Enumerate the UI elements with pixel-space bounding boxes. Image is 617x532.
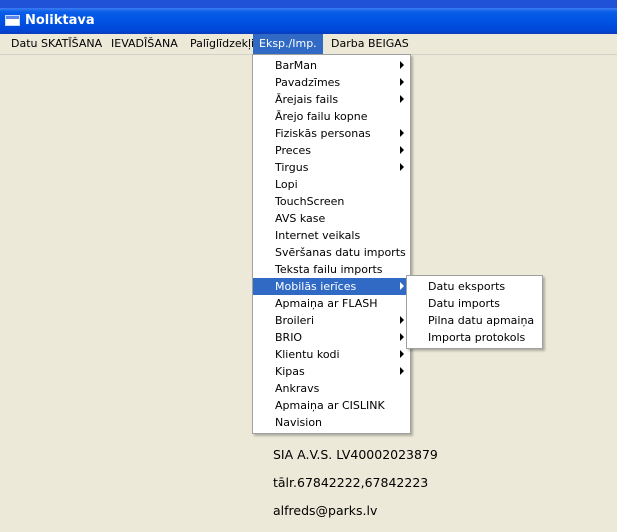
menu-item-tirgus[interactable]: Tirgus [253,159,410,176]
phone-info: tālr.67842222,67842223 [273,475,429,490]
submenu-item-pilna-datu-apmaina[interactable]: Pilna datu apmaiņa [407,312,542,329]
menu-item-label: Lopi [275,178,298,191]
menu-item-mobilas-ierices[interactable]: Mobilās ierīces [253,278,410,295]
submenu-arrow-icon [400,282,404,290]
menu-item-internet-veikals[interactable]: Internet veikals [253,227,410,244]
menu-item-label: Preces [275,144,312,157]
submenu-arrow-icon [400,367,404,375]
menu-item-label: Apmaiņa ar CISLINK [275,399,385,412]
window-icon [5,15,20,26]
submenu-arrow-icon [400,129,404,137]
menu-item-label: Mobilās ierīces [275,280,357,293]
menu-item-arejais-fails[interactable]: Ārejais fails [253,91,410,108]
menu-item-klientu-kodi[interactable]: Klientu kodi [253,346,410,363]
menu-item-label: Teksta failu imports [275,263,383,276]
submenu-arrow-icon [400,61,404,69]
menu-item-arejo-failu-kopne[interactable]: Ārejo failu kopne [253,108,410,125]
menu-item-label: Navision [275,416,323,429]
menu-item-apmaina-ar-flash[interactable]: Apmaiņa ar FLASH [253,295,410,312]
submenu-item-datu-eksports[interactable]: Datu eksports [407,278,542,295]
submenu-arrow-icon [400,316,404,324]
company-info: SIA A.V.S. LV40002023879 [273,447,438,462]
submenu-arrow-icon [400,333,404,341]
menu-item-label: BRIO [275,331,303,344]
menu-item-barman[interactable]: BarMan [253,57,410,74]
eksp-imp-dropdown: BarMan Pavadzīmes Ārejais fails Ārejo fa… [252,54,411,434]
menu-darba-beigas[interactable]: Darba BEIGAS [325,34,415,54]
menu-item-label: Pavadzīmes [275,76,341,89]
menu-bar: Datu SKATĪŠANA IEVADĪŠANA Palīglīdzekļi … [0,34,617,55]
menu-item-broileri[interactable]: Broileri [253,312,410,329]
submenu-arrow-icon [400,163,404,171]
menu-item-ankravs[interactable]: Ankravs [253,380,410,397]
submenu-item-importa-protokols[interactable]: Importa protokols [407,329,542,346]
menu-item-label: Klientu kodi [275,348,340,361]
menu-item-apmaina-ar-cislink[interactable]: Apmaiņa ar CISLINK [253,397,410,414]
menu-item-label: TouchScreen [275,195,345,208]
menu-item-label: Kipas [275,365,305,378]
taskbar-strip [0,0,617,8]
menu-item-fiziskas-personas[interactable]: Fiziskās personas [253,125,410,142]
menu-item-avs-kase[interactable]: AVS kase [253,210,410,227]
submenu-arrow-icon [400,350,404,358]
menu-item-label: Ārejo failu kopne [275,110,368,123]
menu-item-pavadzimes[interactable]: Pavadzīmes [253,74,410,91]
menu-item-kipas[interactable]: Kipas [253,363,410,380]
submenu-arrow-icon [400,95,404,103]
menu-eksp-imp[interactable]: Eksp./Imp. [253,34,323,54]
mobilas-ierices-submenu: Datu eksports Datu imports Pilna datu ap… [406,275,543,349]
menu-item-label: Ārejais fails [275,93,339,106]
menu-paliglidzekli[interactable]: Palīglīdzekļi [184,34,260,54]
menu-ievadisana[interactable]: IEVADĪŠANA [105,34,184,54]
window-titlebar[interactable]: Noliktava [0,8,617,34]
menu-item-label: Svēršanas datu imports [275,246,406,259]
menu-item-label: AVS kase [275,212,326,225]
menu-item-preces[interactable]: Preces [253,142,410,159]
submenu-item-datu-imports[interactable]: Datu imports [407,295,542,312]
submenu-arrow-icon [400,146,404,154]
menu-item-label: Broileri [275,314,315,327]
menu-item-label: BarMan [275,59,318,72]
menu-datu-skatisana[interactable]: Datu SKATĪŠANA [5,34,108,54]
window-title: Noliktava [25,13,95,28]
email-info: alfreds@parks.lv [273,503,378,518]
menu-item-sversanas-datu-imports[interactable]: Svēršanas datu imports [253,244,410,261]
menu-item-brio[interactable]: BRIO [253,329,410,346]
menu-item-label: Apmaiņa ar FLASH [275,297,378,310]
menu-item-navision[interactable]: Navision [253,414,410,431]
menu-item-touchscreen[interactable]: TouchScreen [253,193,410,210]
menu-item-label: Ankravs [275,382,320,395]
menu-item-label: Fiziskās personas [275,127,371,140]
submenu-arrow-icon [400,78,404,86]
menu-item-label: Tirgus [275,161,309,174]
menu-item-lopi[interactable]: Lopi [253,176,410,193]
menu-item-label: Internet veikals [275,229,361,242]
menu-item-teksta-failu-imports[interactable]: Teksta failu imports [253,261,410,278]
